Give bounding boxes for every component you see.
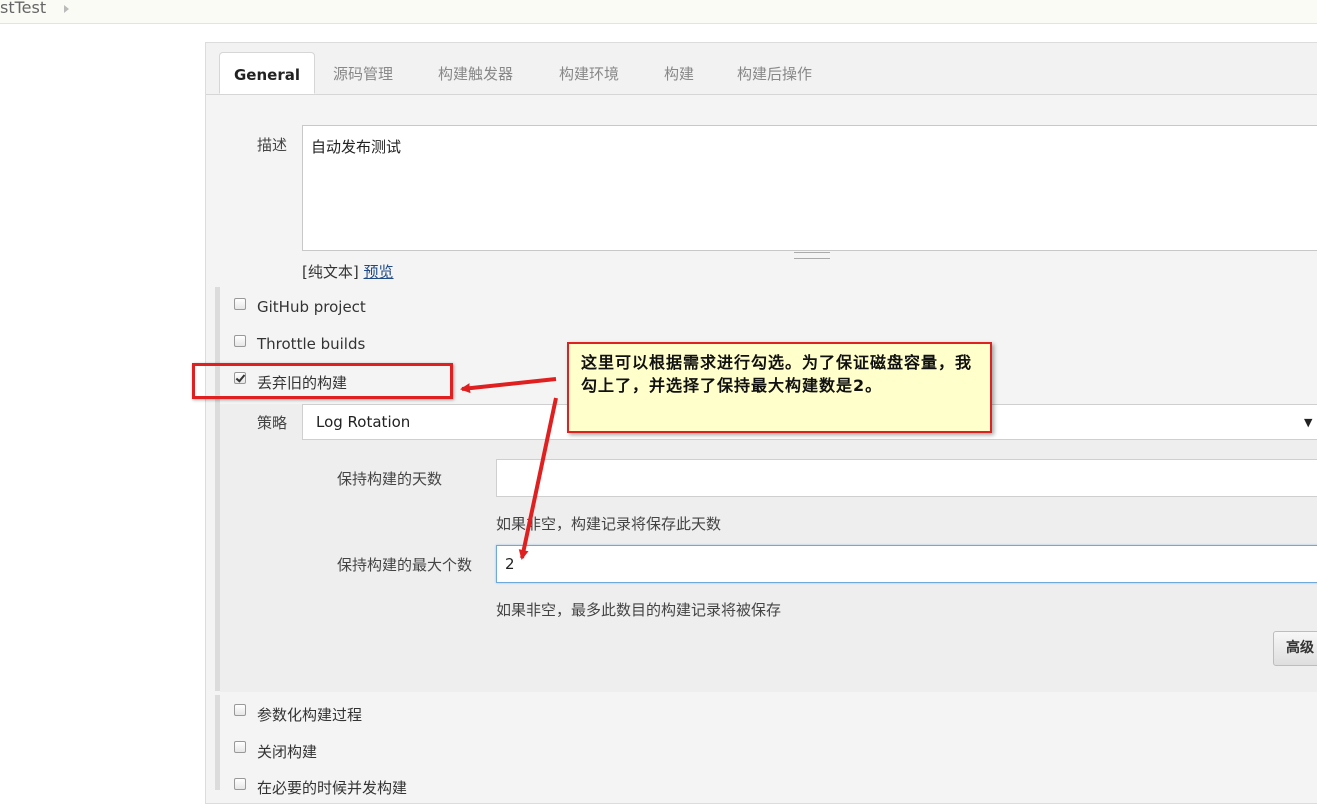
- annotation-callout: 这里可以根据需求进行勾选。为了保证磁盘容量，我勾上了，并选择了保持最大构建数是2…: [567, 342, 992, 433]
- arrow-to-checkbox: [460, 377, 557, 394]
- arrow-to-max-input: [518, 397, 558, 560]
